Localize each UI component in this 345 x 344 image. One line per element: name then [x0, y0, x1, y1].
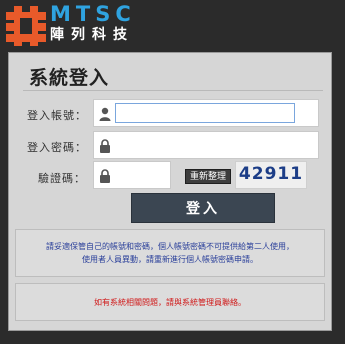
privacy-notice-line1: 請妥適保管自己的帳號和密碼，個人帳號密碼不可提供給第二人使用， [46, 242, 294, 251]
page-title: 系統登入 [29, 67, 110, 89]
logo-zh: 陣列科技 [50, 27, 134, 43]
title-divider [23, 90, 323, 91]
user-icon [99, 107, 111, 121]
lock-icon [100, 169, 110, 183]
account-input[interactable] [115, 103, 295, 123]
refresh-captcha-button[interactable]: 重新整理 [185, 169, 231, 184]
captcha-image: 42911 [235, 161, 307, 189]
login-panel: 系統登入 登入帳號： 登入密碼： 驗證碼： 重新整理 42911 登入 請妥適保… [8, 52, 332, 331]
account-field [93, 99, 319, 127]
login-button[interactable]: 登入 [131, 193, 275, 223]
captcha-input[interactable] [115, 165, 167, 185]
brand-header: MTSC 陣列科技 [0, 0, 345, 52]
password-field [93, 131, 319, 159]
lock-icon [100, 139, 110, 153]
password-label: 登入密碼： [27, 141, 87, 154]
account-label: 登入帳號： [27, 109, 87, 122]
privacy-notice: 請妥適保管自己的帳號和密碼，個人帳號密碼不可提供給第二人使用， 使用者人員異動，… [15, 229, 325, 277]
privacy-notice-line2: 使用者人員異動，請重新進行個人帳號密碼申請。 [82, 255, 258, 264]
password-input[interactable] [115, 135, 315, 155]
mtsc-logo-mark-icon [6, 6, 46, 46]
captcha-label: 驗證碼： [38, 172, 86, 185]
support-notice: 如有系統相關問題，請與系統管理員聯絡。 [15, 283, 325, 321]
captcha-field [93, 161, 171, 189]
logo-en: MTSC [50, 2, 136, 26]
